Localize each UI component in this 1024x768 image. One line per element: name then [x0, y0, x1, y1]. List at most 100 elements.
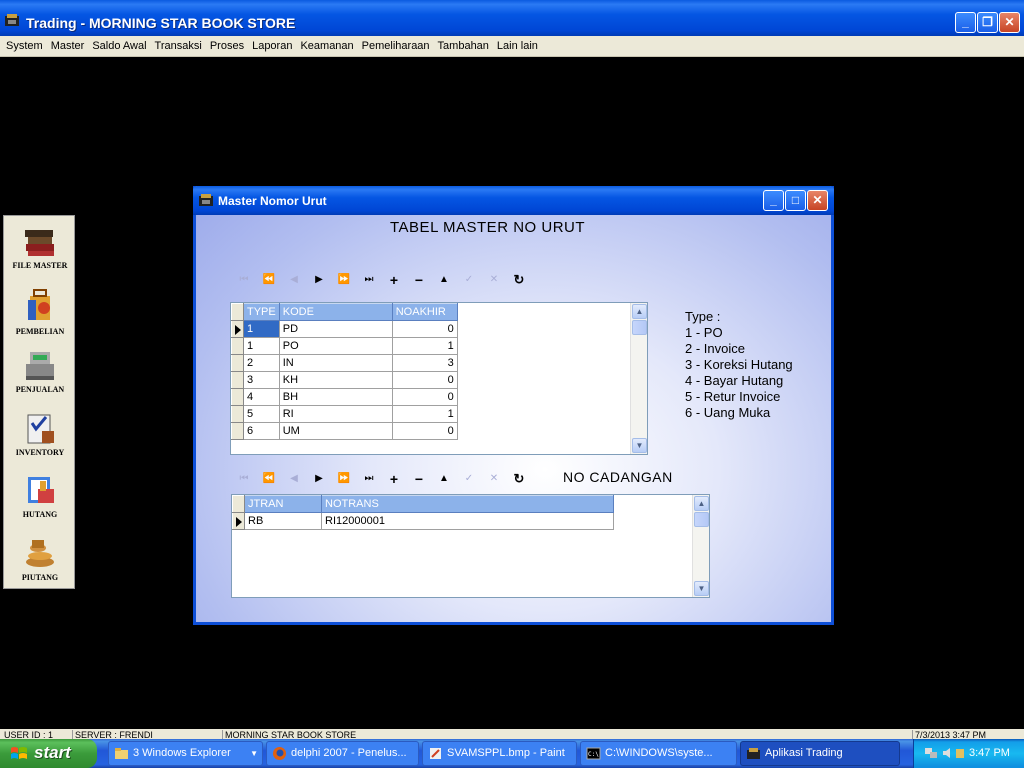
cell-noakhir[interactable]: 0 — [391, 371, 458, 389]
col-type-header[interactable]: TYPE — [243, 303, 280, 321]
table-row[interactable]: 4 BH 0 — [231, 388, 458, 406]
nav-post-button[interactable]: ✓ — [459, 271, 479, 289]
child-maximize-button[interactable]: □ — [785, 190, 806, 211]
nav-delete-button[interactable]: − — [409, 271, 429, 289]
no-cadangan-grid[interactable]: JTRAN NOTRANS RB RI12000001 ▲ ▼ — [231, 494, 710, 598]
nav-prior-button[interactable]: ◀ — [284, 271, 304, 289]
cell-type[interactable]: 1 — [243, 337, 280, 355]
nav-refresh-button[interactable]: ↻ — [509, 271, 529, 289]
cell-kode[interactable]: KH — [278, 371, 393, 389]
grid2-vertical-scrollbar[interactable]: ▲ ▼ — [692, 495, 709, 597]
menu-keamanan[interactable]: Keamanan — [296, 36, 357, 56]
menu-tambahan[interactable]: Tambahan — [434, 36, 493, 56]
network-icon[interactable] — [924, 746, 938, 760]
app-titlebar[interactable]: Trading - MORNING STAR BOOK STORE _ ❐ ✕ — [0, 0, 1024, 36]
shortcut-inventory[interactable]: INVENTORY — [4, 407, 76, 469]
shortcut-piutang[interactable]: PIUTANG — [4, 532, 76, 594]
cell-kode[interactable]: BH — [278, 388, 393, 406]
scroll-thumb[interactable] — [632, 320, 647, 335]
nav-next-page-button[interactable]: ⏩ — [334, 470, 354, 488]
shortcut-pembelian[interactable]: PEMBELIAN — [4, 284, 76, 346]
menu-saldo-awal[interactable]: Saldo Awal — [88, 36, 150, 56]
grid1-vertical-scrollbar[interactable]: ▲ ▼ — [630, 303, 647, 454]
nav-prior-page-button[interactable]: ⏪ — [259, 470, 279, 488]
nav-insert-button[interactable]: + — [384, 470, 404, 488]
nav-delete-button[interactable]: − — [409, 470, 429, 488]
nav-first-button[interactable]: ⏮ — [234, 271, 254, 289]
nav-last-button[interactable]: ⏭ — [359, 271, 379, 289]
nav-next-button[interactable]: ▶ — [309, 271, 329, 289]
child-titlebar[interactable]: Master Nomor Urut _ □ ✕ — [193, 186, 834, 215]
cell-type[interactable]: 6 — [243, 422, 280, 440]
table-row[interactable]: 6 UM 0 — [231, 422, 458, 440]
cell-kode[interactable]: PD — [278, 320, 393, 338]
taskbar-item-paint[interactable]: SVAMSPPL.bmp - Paint — [422, 741, 577, 766]
minimize-button[interactable]: _ — [955, 12, 976, 33]
master-no-urut-grid[interactable]: TYPE KODE NOAKHIR 1 PD 0 1 PO 1 2 IN 3 3… — [230, 302, 648, 455]
volume-icon[interactable] — [941, 746, 955, 760]
cell-kode[interactable]: UM — [278, 422, 393, 440]
tray-extra-icon[interactable] — [954, 746, 966, 760]
start-button[interactable]: start — [0, 739, 97, 768]
col-kode-header[interactable]: KODE — [278, 303, 393, 321]
scroll-down-icon[interactable]: ▼ — [632, 438, 647, 453]
taskbar-item-cmd[interactable]: C:\ C:\WINDOWS\syste... — [580, 741, 737, 766]
col-jtran-header[interactable]: JTRAN — [244, 495, 322, 513]
nav-post-button[interactable]: ✓ — [459, 470, 479, 488]
nav-last-button[interactable]: ⏭ — [359, 470, 379, 488]
nav-cancel-button[interactable]: ✕ — [484, 470, 504, 488]
cell-noakhir[interactable]: 0 — [391, 320, 458, 338]
menu-proses[interactable]: Proses — [206, 36, 248, 56]
cell-noakhir[interactable]: 0 — [391, 422, 458, 440]
shortcut-hutang[interactable]: HUTANG — [4, 469, 76, 531]
menu-laporan[interactable]: Laporan — [248, 36, 296, 56]
menu-lain-lain[interactable]: Lain lain — [493, 36, 542, 56]
table-row[interactable]: RB RI12000001 — [232, 512, 614, 530]
cell-kode[interactable]: RI — [278, 405, 393, 423]
cell-type[interactable]: 2 — [243, 354, 280, 372]
cell-type[interactable]: 5 — [243, 405, 280, 423]
close-button[interactable]: ✕ — [999, 12, 1020, 33]
nav-prior-page-button[interactable]: ⏪ — [259, 271, 279, 289]
menu-master[interactable]: Master — [47, 36, 89, 56]
cell-notrans[interactable]: RI12000001 — [321, 512, 614, 530]
nav-edit-button[interactable]: ▲ — [434, 470, 454, 488]
clock[interactable]: 3:47 PM — [969, 747, 1010, 759]
nav-insert-button[interactable]: + — [384, 271, 404, 289]
cell-kode[interactable]: IN — [278, 354, 393, 372]
nav-edit-button[interactable]: ▲ — [434, 271, 454, 289]
cell-kode[interactable]: PO — [278, 337, 393, 355]
taskbar-item-windows-explorer[interactable]: 3 Windows Explorer ▼ — [108, 741, 263, 766]
nav-first-button[interactable]: ⏮ — [234, 470, 254, 488]
taskbar-item-firefox[interactable]: delphi 2007 - Penelus... — [266, 741, 419, 766]
menu-system[interactable]: System — [0, 36, 47, 56]
table-row[interactable]: 1 PO 1 — [231, 337, 458, 355]
nav-refresh-button[interactable]: ↻ — [509, 470, 529, 488]
table-row[interactable]: 1 PD 0 — [231, 320, 458, 338]
shortcut-penjualan[interactable]: PENJUALAN — [4, 344, 76, 406]
nav-next-page-button[interactable]: ⏩ — [334, 271, 354, 289]
scroll-up-icon[interactable]: ▲ — [632, 304, 647, 319]
cell-jtran[interactable]: RB — [244, 512, 322, 530]
menu-transaksi[interactable]: Transaksi — [151, 36, 206, 56]
scroll-down-icon[interactable]: ▼ — [694, 581, 709, 596]
nav-prior-button[interactable]: ◀ — [284, 470, 304, 488]
table-row[interactable]: 5 RI 1 — [231, 405, 458, 423]
col-notrans-header[interactable]: NOTRANS — [321, 495, 614, 513]
cell-type[interactable]: 3 — [243, 371, 280, 389]
shortcut-file-master[interactable]: FILE MASTER — [4, 220, 76, 282]
scroll-thumb[interactable] — [694, 512, 709, 527]
cell-noakhir[interactable]: 1 — [391, 337, 458, 355]
child-minimize-button[interactable]: _ — [763, 190, 784, 211]
table-row[interactable]: 2 IN 3 — [231, 354, 458, 372]
nav-cancel-button[interactable]: ✕ — [484, 271, 504, 289]
cell-noakhir[interactable]: 3 — [391, 354, 458, 372]
menu-pemeliharaan[interactable]: Pemeliharaan — [358, 36, 434, 56]
restore-button[interactable]: ❐ — [977, 12, 998, 33]
nav-next-button[interactable]: ▶ — [309, 470, 329, 488]
cell-noakhir[interactable]: 1 — [391, 405, 458, 423]
taskbar-item-aplikasi-trading[interactable]: Aplikasi Trading — [740, 741, 900, 766]
cell-noakhir[interactable]: 0 — [391, 388, 458, 406]
cell-type[interactable]: 1 — [243, 320, 280, 338]
scroll-up-icon[interactable]: ▲ — [694, 496, 709, 511]
